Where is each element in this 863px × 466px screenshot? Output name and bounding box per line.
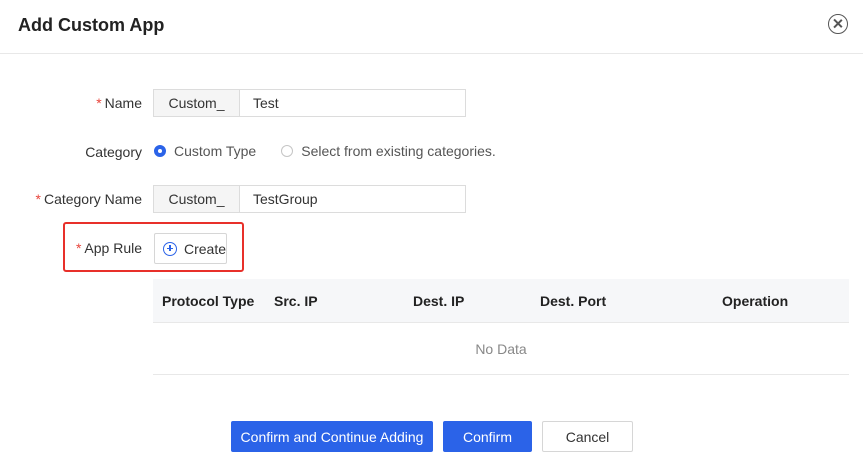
radio-custom-type[interactable]: Custom Type xyxy=(154,143,256,159)
category-label: Category xyxy=(85,144,142,160)
plus-circle-icon xyxy=(163,241,177,256)
app-rule-label: * App Rule xyxy=(75,240,142,256)
name-input-group: Custom_ Test xyxy=(153,89,466,117)
name-label: * Name xyxy=(96,95,142,111)
cancel-button[interactable]: Cancel xyxy=(542,421,633,452)
category-name-prefix: Custom_ xyxy=(154,186,240,212)
radio-existing-categories[interactable]: Select from existing categories. xyxy=(281,143,496,159)
dialog-header: Add Custom App xyxy=(0,0,863,54)
table-empty-state: No Data xyxy=(153,323,849,375)
required-mark: * xyxy=(35,191,41,207)
column-dest-ip: Dest. IP xyxy=(413,293,465,309)
table-header: Protocol Type Src. IP Dest. IP Dest. Por… xyxy=(153,279,849,323)
close-icon[interactable] xyxy=(828,14,848,34)
radio-unchecked-icon xyxy=(281,145,294,157)
column-protocol-type: Protocol Type xyxy=(162,293,255,309)
category-name-input[interactable]: TestGroup xyxy=(240,186,465,212)
confirm-and-continue-button[interactable]: Confirm and Continue Adding xyxy=(231,421,433,452)
required-mark: * xyxy=(96,95,102,111)
category-name-input-group: Custom_ TestGroup xyxy=(153,185,466,213)
create-rule-button[interactable]: Create xyxy=(154,233,227,264)
app-rule-table: Protocol Type Src. IP Dest. IP Dest. Por… xyxy=(153,279,849,375)
column-operation: Operation xyxy=(722,293,789,309)
column-dest-port: Dest. Port xyxy=(540,293,607,309)
column-src-ip: Src. IP xyxy=(274,293,318,309)
confirm-button[interactable]: Confirm xyxy=(443,421,532,452)
name-prefix: Custom_ xyxy=(154,90,240,116)
required-mark: * xyxy=(75,240,82,256)
category-name-label: * Category Name xyxy=(35,191,143,207)
category-radio-group: Custom Type Select from existing categor… xyxy=(154,143,521,159)
dialog-title: Add Custom App xyxy=(18,15,165,35)
radio-checked-icon xyxy=(154,145,166,157)
name-input[interactable]: Test xyxy=(240,90,465,116)
add-custom-app-dialog: Add Custom App * Name Custom_ Test Catego… xyxy=(0,0,863,466)
